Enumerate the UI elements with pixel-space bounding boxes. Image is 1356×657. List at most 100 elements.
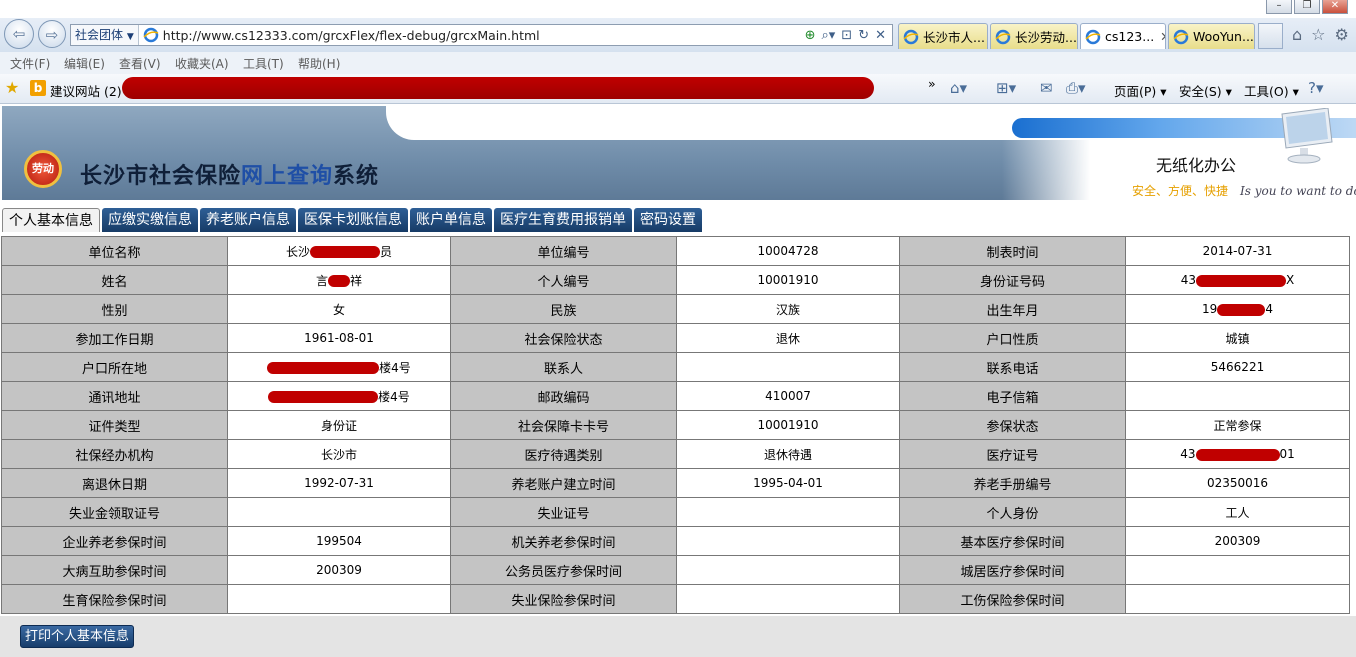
tab-account-statement[interactable]: 账户单信息 — [410, 208, 492, 232]
field-value: 200309 — [227, 555, 451, 585]
browser-tab-3-active[interactable]: cs123... ✕ — [1080, 23, 1166, 49]
forward-arrow-icon: ⇨ — [45, 26, 59, 44]
address-bar-row: ⇦ ⇨ 社会团体 ▼ http://www.cs12333.com/grcxFl… — [0, 18, 1356, 52]
field-label: 机关养老参保时间 — [450, 526, 677, 556]
field-label: 姓名 — [1, 265, 228, 295]
home-icon[interactable]: ⌂ — [1292, 25, 1302, 44]
field-label: 个人身份 — [899, 497, 1126, 527]
search-icon[interactable]: ⌕▾ — [821, 28, 835, 43]
browser-tab-1[interactable]: 长沙市人... — [898, 23, 988, 49]
menu-file[interactable]: 文件(F) — [10, 55, 50, 72]
compatibility-icon[interactable]: ⊡ — [841, 28, 852, 43]
back-button[interactable]: ⇦ — [4, 19, 34, 49]
favorites-star-icon[interactable]: ★ — [5, 78, 19, 97]
home-icon[interactable]: ⌂▾ — [950, 79, 967, 97]
minimize-button[interactable]: – — [1266, 0, 1292, 14]
field-label: 失业证号 — [450, 497, 677, 527]
table-row: 参加工作日期 1961-08-01 社会保险状态 退休 户口性质 城镇 — [1, 323, 1350, 353]
field-value: 43 01 — [1125, 439, 1350, 469]
browser-tab-4[interactable]: WooYun... — [1168, 23, 1255, 49]
field-value — [1125, 584, 1350, 614]
rss-feed-icon[interactable]: ⊞▾ — [996, 79, 1016, 97]
ie-tab-icon — [1173, 29, 1189, 44]
tab-personal-info[interactable]: 个人基本信息 — [2, 208, 100, 232]
value-prefix: 言 — [315, 273, 328, 288]
table-row: 生育保险参保时间 失业保险参保时间 工伤保险参保时间 — [1, 584, 1350, 614]
field-value: 1992-07-31 — [227, 468, 451, 498]
redaction-mark — [328, 275, 350, 287]
field-label: 电子信箱 — [899, 381, 1126, 411]
tools-menu[interactable]: 工具(O) ▾ — [1244, 81, 1299, 100]
address-box: 社会团体 ▼ http://www.cs12333.com/grcxFlex/f… — [70, 24, 893, 46]
favorites-star-icon[interactable]: ☆ — [1311, 25, 1325, 44]
print-icon[interactable]: ⎙▾ — [1066, 79, 1086, 97]
suggested-sites-link[interactable]: 建议网站 (2) — [50, 81, 122, 100]
ie-tab-icon — [903, 29, 919, 44]
url-input[interactable]: http://www.cs12333.com/grcxFlex/flex-deb… — [163, 28, 805, 43]
table-row: 企业养老参保时间 199504 机关养老参保时间 基本医疗参保时间 200309 — [1, 526, 1350, 556]
field-label: 大病互助参保时间 — [1, 555, 228, 585]
ie-tab-icon — [1085, 29, 1101, 44]
help-icon[interactable]: ?▾ — [1308, 79, 1324, 97]
value-prefix: 43 — [1180, 447, 1196, 461]
browser-tab-2[interactable]: 长沙劳动... — [990, 23, 1078, 49]
tab-pension-account[interactable]: 养老账户信息 — [200, 208, 296, 232]
address-tools: ⊕ ⌕▾ ⊡ ↻ ✕ — [805, 28, 892, 43]
table-row: 证件类型 身份证 社会保障卡卡号 10001910 参保状态 正常参保 — [1, 410, 1350, 440]
field-label: 个人编号 — [450, 265, 677, 295]
forward-button[interactable]: ⇨ — [38, 20, 66, 48]
field-value: 200309 — [1125, 526, 1350, 556]
field-label: 社会保障卡卡号 — [450, 410, 677, 440]
field-value: 长沙市 — [227, 439, 451, 469]
field-label: 户口所在地 — [1, 352, 228, 382]
field-label: 医疗证号 — [899, 439, 1126, 469]
field-value: 1995-04-01 — [676, 468, 900, 498]
menu-edit[interactable]: 编辑(E) — [64, 55, 105, 72]
menu-tools[interactable]: 工具(T) — [243, 55, 284, 72]
field-value: 5466221 — [1125, 352, 1350, 382]
menu-favorites[interactable]: 收藏夹(A) — [175, 55, 229, 72]
safety-menu[interactable]: 安全(S) ▾ — [1179, 81, 1232, 100]
field-value: 退休待遇 — [676, 439, 900, 469]
tab-password-settings[interactable]: 密码设置 — [634, 208, 702, 232]
page-menu-label: 页面(P) — [1114, 84, 1157, 99]
value-prefix: 19 — [1202, 302, 1218, 316]
site-group-dropdown[interactable]: 社会团体 ▼ — [71, 25, 139, 45]
favorites-overflow-chevron[interactable]: » — [928, 76, 936, 91]
field-label: 制表时间 — [899, 236, 1126, 266]
close-window-button[interactable]: ✕ — [1322, 0, 1348, 14]
field-label: 城居医疗参保时间 — [899, 555, 1126, 585]
tab-medical-card[interactable]: 医保卡划账信息 — [298, 208, 408, 232]
restore-button[interactable]: ❐ — [1294, 0, 1320, 14]
menu-view[interactable]: 查看(V) — [119, 55, 161, 72]
field-label: 单位编号 — [450, 236, 677, 266]
value-suffix: 楼4号 — [379, 360, 411, 375]
field-value: 楼4号 — [227, 381, 451, 411]
print-personal-info-button[interactable]: 打印个人基本信息 — [20, 625, 134, 648]
tab-contributions[interactable]: 应缴实缴信息 — [102, 208, 198, 232]
tab-medical-reimbursement[interactable]: 医疗生育费用报销单 — [494, 208, 632, 232]
field-label: 参加工作日期 — [1, 323, 228, 353]
field-label: 邮政编码 — [450, 381, 677, 411]
compat-view-icon[interactable]: ⊕ — [805, 28, 816, 43]
mail-icon[interactable]: ✉ — [1040, 79, 1053, 97]
settings-gear-icon[interactable]: ⚙ — [1335, 25, 1349, 44]
table-row: 通讯地址 楼4号 邮政编码 410007 电子信箱 — [1, 381, 1350, 411]
refresh-icon[interactable]: ↻ — [858, 28, 869, 43]
site-group-label: 社会团体 — [75, 28, 124, 42]
slogan-cn: 安全、方便、快捷 — [1132, 184, 1229, 198]
slogan-en: Is you to want to do — [1240, 184, 1356, 198]
new-tab-button[interactable] — [1258, 23, 1283, 49]
menu-help[interactable]: 帮助(H) — [298, 55, 340, 72]
redaction-mark — [1196, 274, 1287, 287]
redaction-mark — [310, 246, 380, 258]
stop-icon[interactable]: ✕ — [875, 28, 886, 43]
redaction-mark — [268, 391, 379, 403]
page-menu[interactable]: 页面(P) ▾ — [1114, 81, 1167, 100]
redaction-mark — [1217, 303, 1266, 316]
field-value: 410007 — [676, 381, 900, 411]
close-tab-icon[interactable]: ✕ — [1160, 29, 1165, 44]
field-value: 身份证 — [227, 410, 451, 440]
field-label: 失业金领取证号 — [1, 497, 228, 527]
field-value: 02350016 — [1125, 468, 1350, 498]
